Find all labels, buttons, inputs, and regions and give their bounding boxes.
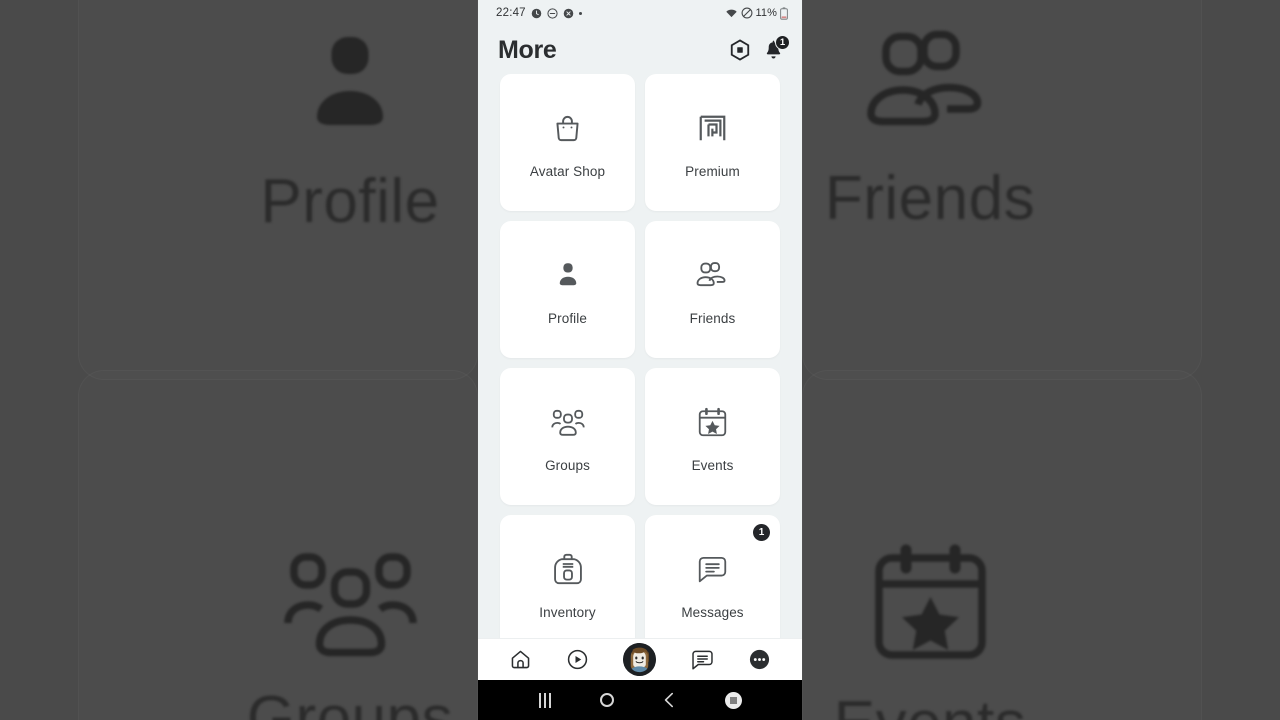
card-label: Friends: [689, 311, 736, 326]
card-icon-wrap: [550, 400, 585, 444]
android-nav-bar: [478, 680, 802, 720]
page-header: More 1: [478, 26, 802, 74]
status-bar-right: 11%: [725, 6, 789, 20]
shopping-bag-icon: [556, 115, 579, 141]
card-label: Inventory: [539, 605, 596, 620]
card-icon-wrap: [552, 106, 583, 150]
friends-outline-icon: [867, 30, 982, 126]
tab-chat[interactable]: [691, 649, 714, 671]
dot-icon: [578, 11, 582, 15]
screen-record-stop-button[interactable]: [724, 691, 742, 709]
person-filled-icon: [559, 263, 576, 286]
screen-root: Profile Friends Groups 22:47 11% More 1 …: [0, 0, 1280, 720]
robux-icon: [730, 39, 750, 61]
menu-card-events[interactable]: Events: [645, 368, 780, 505]
chat-icon: [691, 650, 713, 669]
menu-card-avatar-shop[interactable]: Avatar Shop: [500, 74, 635, 211]
card-label: Groups: [545, 458, 590, 473]
card-icon-wrap: [696, 253, 729, 297]
card-label: Profile: [548, 311, 587, 326]
card-icon-wrap: [697, 400, 728, 444]
battery-percent: 11%: [755, 7, 777, 19]
avatar-headshot-icon: [623, 643, 657, 676]
card-label: Events: [691, 458, 734, 473]
card-icon-wrap: [553, 253, 583, 297]
notifications-button[interactable]: 1: [763, 34, 790, 61]
mute-icon: [563, 8, 574, 18]
wifi-icon: [725, 9, 737, 17]
robux-button[interactable]: [729, 39, 751, 61]
tab-play[interactable]: [566, 648, 589, 671]
card-icon-wrap: [697, 547, 728, 591]
messages-badge: 1: [753, 524, 770, 541]
header-actions: 1: [729, 34, 790, 61]
more-menu-grid: Avatar Shop Premium Profile Friends Grou…: [500, 74, 780, 638]
status-time: 22:47: [496, 7, 526, 19]
bg-item-label: Groups: [246, 684, 454, 720]
phone-panel: 22:47 11% More 1 Avatar Shop Premium Pro…: [478, 0, 802, 720]
groups-icon: [283, 553, 417, 657]
play-circle-icon: [568, 649, 588, 670]
page-title: More: [498, 35, 557, 64]
android-home-button[interactable]: [599, 693, 614, 707]
menu-card-messages[interactable]: 1 Messages: [645, 515, 780, 638]
card-label: Messages: [681, 605, 744, 620]
bg-item-label: Events: [834, 688, 1027, 720]
menu-card-groups[interactable]: Groups: [500, 368, 635, 505]
notifications-badge: 1: [775, 34, 790, 50]
menu-card-profile[interactable]: Profile: [500, 221, 635, 358]
menu-card-inventory[interactable]: Inventory: [500, 515, 635, 638]
home-circle-icon: [599, 693, 614, 707]
menu-card-friends[interactable]: Friends: [645, 221, 780, 358]
home-icon: [511, 650, 530, 669]
bg-item-label: Friends: [824, 164, 1036, 233]
person-filled-icon: [317, 36, 383, 125]
more-menu-scroll[interactable]: Avatar Shop Premium Profile Friends Grou…: [478, 74, 802, 638]
groups-icon: [550, 409, 585, 436]
more-dots-icon: [749, 649, 769, 670]
bg-item-profile: Profile: [200, 0, 500, 300]
bg-item-events: Events: [780, 500, 1080, 720]
tab-more[interactable]: [748, 648, 771, 671]
tab-home[interactable]: [509, 648, 532, 671]
card-label: Avatar Shop: [529, 164, 606, 179]
tab-avatar[interactable]: [623, 643, 657, 676]
premium-p-icon: [699, 115, 726, 140]
android-recents-button[interactable]: [538, 692, 551, 708]
chat-bubble-icon: [698, 556, 727, 582]
calendar-star-icon: [874, 544, 986, 659]
card-icon-wrap: [553, 547, 583, 591]
bg-item-friends: Friends: [780, 0, 1080, 300]
menu-card-premium[interactable]: Premium: [645, 74, 780, 211]
battery-low-icon: [780, 6, 788, 20]
do-not-disturb-minus-icon: [547, 7, 558, 19]
no-sim-icon: [741, 7, 752, 19]
avatar-image: [623, 643, 657, 676]
bg-item-groups: Groups: [200, 500, 500, 720]
bottom-tab-bar: [478, 638, 802, 680]
calendar-star-icon: [698, 407, 727, 436]
recents-bars-icon: [538, 692, 551, 708]
back-chevron-icon: [664, 692, 673, 708]
card-label: Premium: [685, 164, 740, 179]
card-icon-wrap: [697, 106, 728, 150]
friends-outline-icon: [696, 261, 726, 286]
alarm-icon: [531, 8, 542, 18]
record-stop-icon: [724, 691, 742, 709]
android-back-button[interactable]: [663, 692, 676, 708]
bg-item-label: Profile: [260, 166, 440, 236]
backpack-icon: [553, 553, 582, 585]
status-bar: 22:47 11%: [478, 0, 802, 26]
status-bar-left: 22:47: [496, 7, 582, 19]
